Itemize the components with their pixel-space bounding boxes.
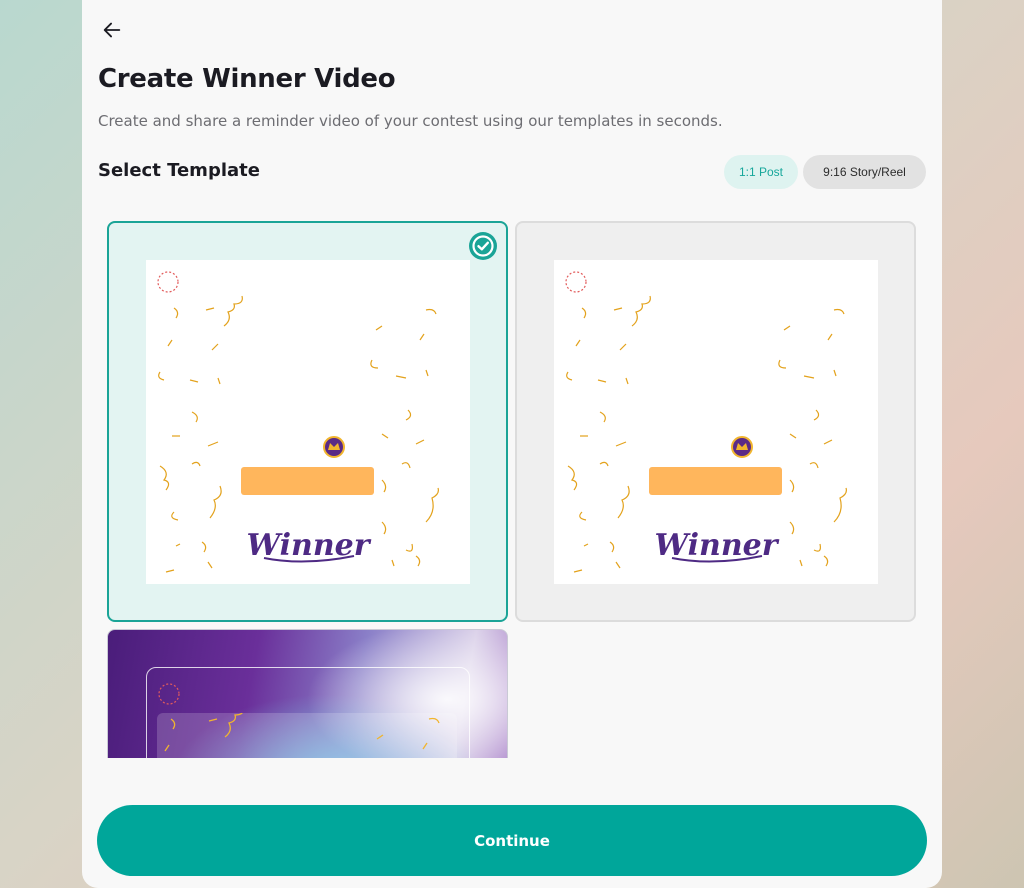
page-subtitle: Create and share a reminder video of you… [98,112,723,130]
profile-placeholder-icon [158,683,180,705]
ratio-9-16-story-reel-button[interactable]: 9:16 Story/Reel [803,155,926,189]
template-preview [146,260,470,584]
confetti-artwork [164,706,440,752]
confetti-winner-artwork [554,260,878,584]
template-preview [554,260,878,584]
check-circle-icon [469,232,497,260]
confetti-winner-artwork [146,260,470,584]
template-grid [106,220,918,758]
create-winner-video-modal: Create Winner Video Create and share a r… [82,0,942,888]
page-title: Create Winner Video [98,64,396,94]
back-button[interactable] [98,16,126,44]
template-card-selected[interactable] [107,221,508,622]
template-card-purple[interactable] [107,629,508,758]
template-preview [157,706,457,758]
continue-button[interactable]: Continue [97,805,927,876]
template-card[interactable] [515,221,916,622]
arrow-left-icon [103,22,121,38]
select-template-heading: Select Template [98,160,260,181]
ratio-1-1-post-button[interactable]: 1:1 Post [724,155,798,189]
